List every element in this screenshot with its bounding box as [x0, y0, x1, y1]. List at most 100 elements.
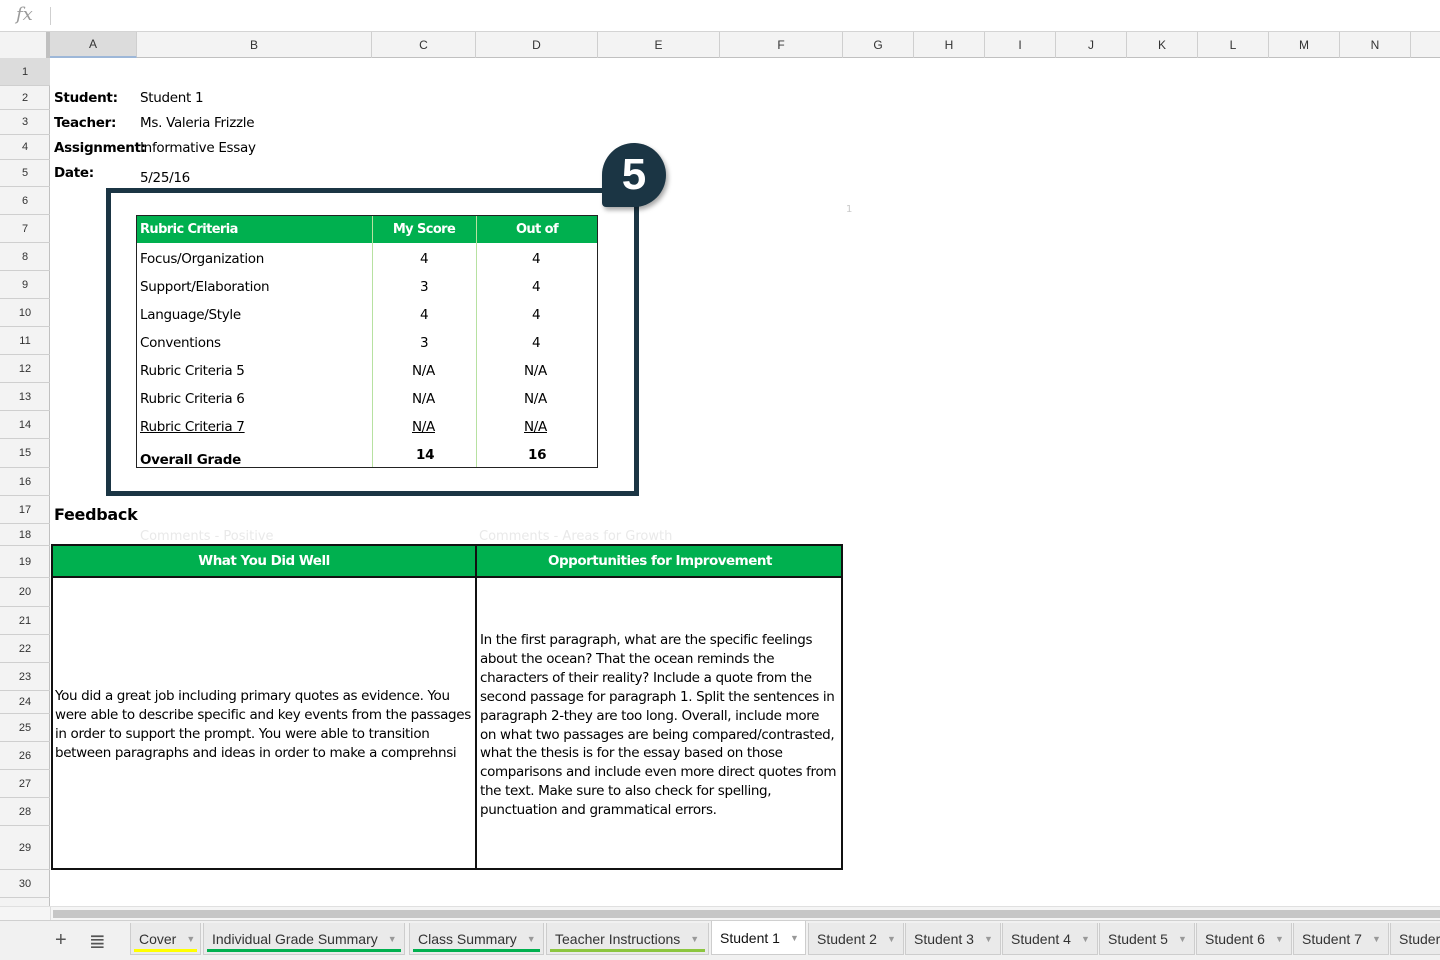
row-header-21[interactable]: 21: [0, 607, 50, 635]
row-header-23[interactable]: 23: [0, 663, 50, 691]
page-marker: 1: [846, 204, 853, 215]
rubric-criteria-6: Rubric Criteria 6: [140, 391, 245, 407]
tab-dropdown-icon[interactable]: ▼: [790, 933, 799, 943]
row-header-30[interactable]: 30: [0, 870, 50, 898]
tab-dropdown-icon[interactable]: ▼: [1081, 934, 1090, 944]
rubric-score-3: 4: [420, 307, 429, 323]
rubric-score-4: 3: [420, 335, 429, 351]
sheet-tab-student-5[interactable]: Student 5 ▼: [1099, 923, 1195, 955]
row-header-20[interactable]: 20: [0, 578, 50, 607]
row-header-13[interactable]: 13: [0, 383, 50, 411]
column-header-m[interactable]: M: [1269, 32, 1340, 58]
row-header-27[interactable]: 27: [0, 770, 50, 798]
row-header-17[interactable]: 17: [0, 496, 50, 524]
tab-dropdown-icon[interactable]: ▼: [1372, 934, 1381, 944]
row-header-15[interactable]: 15: [0, 439, 50, 468]
sheet-tab-cover[interactable]: Cover ▼: [130, 923, 201, 955]
column-header-o[interactable]: [1411, 32, 1440, 58]
rubric-score-7: N/A: [412, 419, 435, 435]
student-label: Student:: [54, 90, 118, 106]
row-header-16[interactable]: 16: [0, 468, 50, 496]
feedback-title: Feedback: [54, 505, 138, 524]
row-header-6[interactable]: 6: [0, 187, 50, 215]
sheet-tab-label: Individual Grade Summary: [212, 930, 378, 947]
tab-dropdown-icon[interactable]: ▼: [388, 934, 397, 944]
all-sheets-list-icon[interactable]: ≣: [89, 929, 106, 954]
row-header-11[interactable]: 11: [0, 327, 50, 355]
column-header-c[interactable]: C: [372, 32, 476, 58]
rubric-criteria-4: Conventions: [140, 335, 221, 351]
row-header-24[interactable]: 24: [0, 691, 50, 714]
tab-dropdown-icon[interactable]: ▼: [984, 934, 993, 944]
sheet-grid[interactable]: Student: Student 1 Teacher: Ms. Valeria …: [51, 58, 1440, 906]
row-header-8[interactable]: 8: [0, 243, 50, 271]
row-header-1[interactable]: 1: [0, 58, 50, 86]
sheet-tab-student-2[interactable]: Student 2 ▼: [808, 923, 904, 955]
row-header-7[interactable]: 7: [0, 215, 50, 243]
row-header-18[interactable]: 18: [0, 524, 50, 546]
row-header-25[interactable]: 25: [0, 714, 50, 742]
sheet-tab-student-1[interactable]: Student 1 ▼: [711, 921, 806, 955]
feedback-improvement-text[interactable]: In the first paragraph, what are the spe…: [480, 631, 842, 820]
ghost-comments-growth: Comments - Areas for Growth: [479, 529, 673, 544]
tab-dropdown-icon[interactable]: ▼: [690, 934, 699, 944]
row-header-3[interactable]: 3: [0, 110, 50, 135]
tab-dropdown-icon[interactable]: ▼: [186, 934, 195, 944]
row-header-29[interactable]: 29: [0, 826, 50, 870]
row-header-10[interactable]: 10: [0, 299, 50, 327]
column-header-e[interactable]: E: [598, 32, 720, 58]
column-header-a[interactable]: A: [50, 32, 137, 58]
column-header-g[interactable]: G: [843, 32, 914, 58]
column-header-h[interactable]: H: [914, 32, 985, 58]
tab-dropdown-icon[interactable]: ▼: [1178, 934, 1187, 944]
scrollbar-thumb[interactable]: [53, 910, 1440, 918]
rubric-header-row: Rubric Criteria My Score Out of: [137, 216, 597, 243]
rubric-out-of-2: 4: [532, 279, 541, 295]
tab-dropdown-icon[interactable]: ▼: [1275, 934, 1284, 944]
tab-dropdown-icon[interactable]: ▼: [887, 934, 896, 944]
row-header-26[interactable]: 26: [0, 742, 50, 770]
sheet-tab-student-6[interactable]: Student 6 ▼: [1196, 923, 1292, 955]
rubric-score-1: 4: [420, 251, 429, 267]
sheet-tab-teacher-instructions[interactable]: Teacher Instructions ▼: [546, 923, 709, 955]
add-sheet-icon[interactable]: +: [55, 929, 67, 952]
student-value: Student 1: [140, 90, 204, 106]
row-header-19[interactable]: 19: [0, 546, 50, 578]
column-header-b[interactable]: B: [137, 32, 372, 58]
sheet-tab-student-7[interactable]: Student 7 ▼: [1293, 923, 1389, 955]
formula-input[interactable]: [56, 4, 1426, 28]
row-header-14[interactable]: 14: [0, 411, 50, 439]
rubric-out-of-7: N/A: [524, 419, 547, 435]
column-header-l[interactable]: L: [1198, 32, 1269, 58]
row-header-28[interactable]: 28: [0, 798, 50, 826]
feedback-positive-text[interactable]: You did a great job including primary qu…: [55, 687, 475, 763]
sheet-tab-student-8[interactable]: Studer: [1390, 923, 1440, 955]
sheet-tab-student-4[interactable]: Student 4 ▼: [1002, 923, 1098, 955]
row-header-2[interactable]: 2: [0, 86, 50, 110]
row-header-5[interactable]: 5: [0, 160, 50, 187]
feedback-header-improvement: Opportunities for Improvement: [548, 553, 772, 569]
sheet-tab-class-summary[interactable]: Class Summary ▼: [409, 923, 544, 955]
sheet-tab-label: Student 6: [1205, 930, 1265, 947]
horizontal-scrollbar[interactable]: [0, 906, 1440, 921]
feedback-header-row: What You Did Well Opportunities for Impr…: [53, 546, 841, 578]
rubric-score-6: N/A: [412, 391, 435, 407]
select-all-corner[interactable]: [0, 32, 50, 58]
rubric-header-criteria: Rubric Criteria: [140, 222, 238, 237]
overall-grade-out-of: 16: [528, 447, 547, 463]
column-header-k[interactable]: K: [1127, 32, 1198, 58]
column-header-j[interactable]: J: [1056, 32, 1127, 58]
sheet-tab-bar: + ≣ Cover ▼ Individual Grade Summary ▼ Cla…: [0, 920, 1440, 960]
column-header-d[interactable]: D: [476, 32, 598, 58]
sheet-tab-individual-grade-summary[interactable]: Individual Grade Summary ▼: [203, 923, 405, 955]
tab-dropdown-icon[interactable]: ▼: [527, 934, 536, 944]
row-header-22[interactable]: 22: [0, 635, 50, 663]
row-header-9[interactable]: 9: [0, 271, 50, 299]
sheet-tab-student-3[interactable]: Student 3 ▼: [905, 923, 1001, 955]
sheet-tab-label: Student 5: [1108, 930, 1168, 947]
column-header-f[interactable]: F: [720, 32, 843, 58]
column-header-n[interactable]: N: [1340, 32, 1411, 58]
row-header-4[interactable]: 4: [0, 135, 50, 160]
column-header-i[interactable]: I: [985, 32, 1056, 58]
row-header-12[interactable]: 12: [0, 355, 50, 383]
